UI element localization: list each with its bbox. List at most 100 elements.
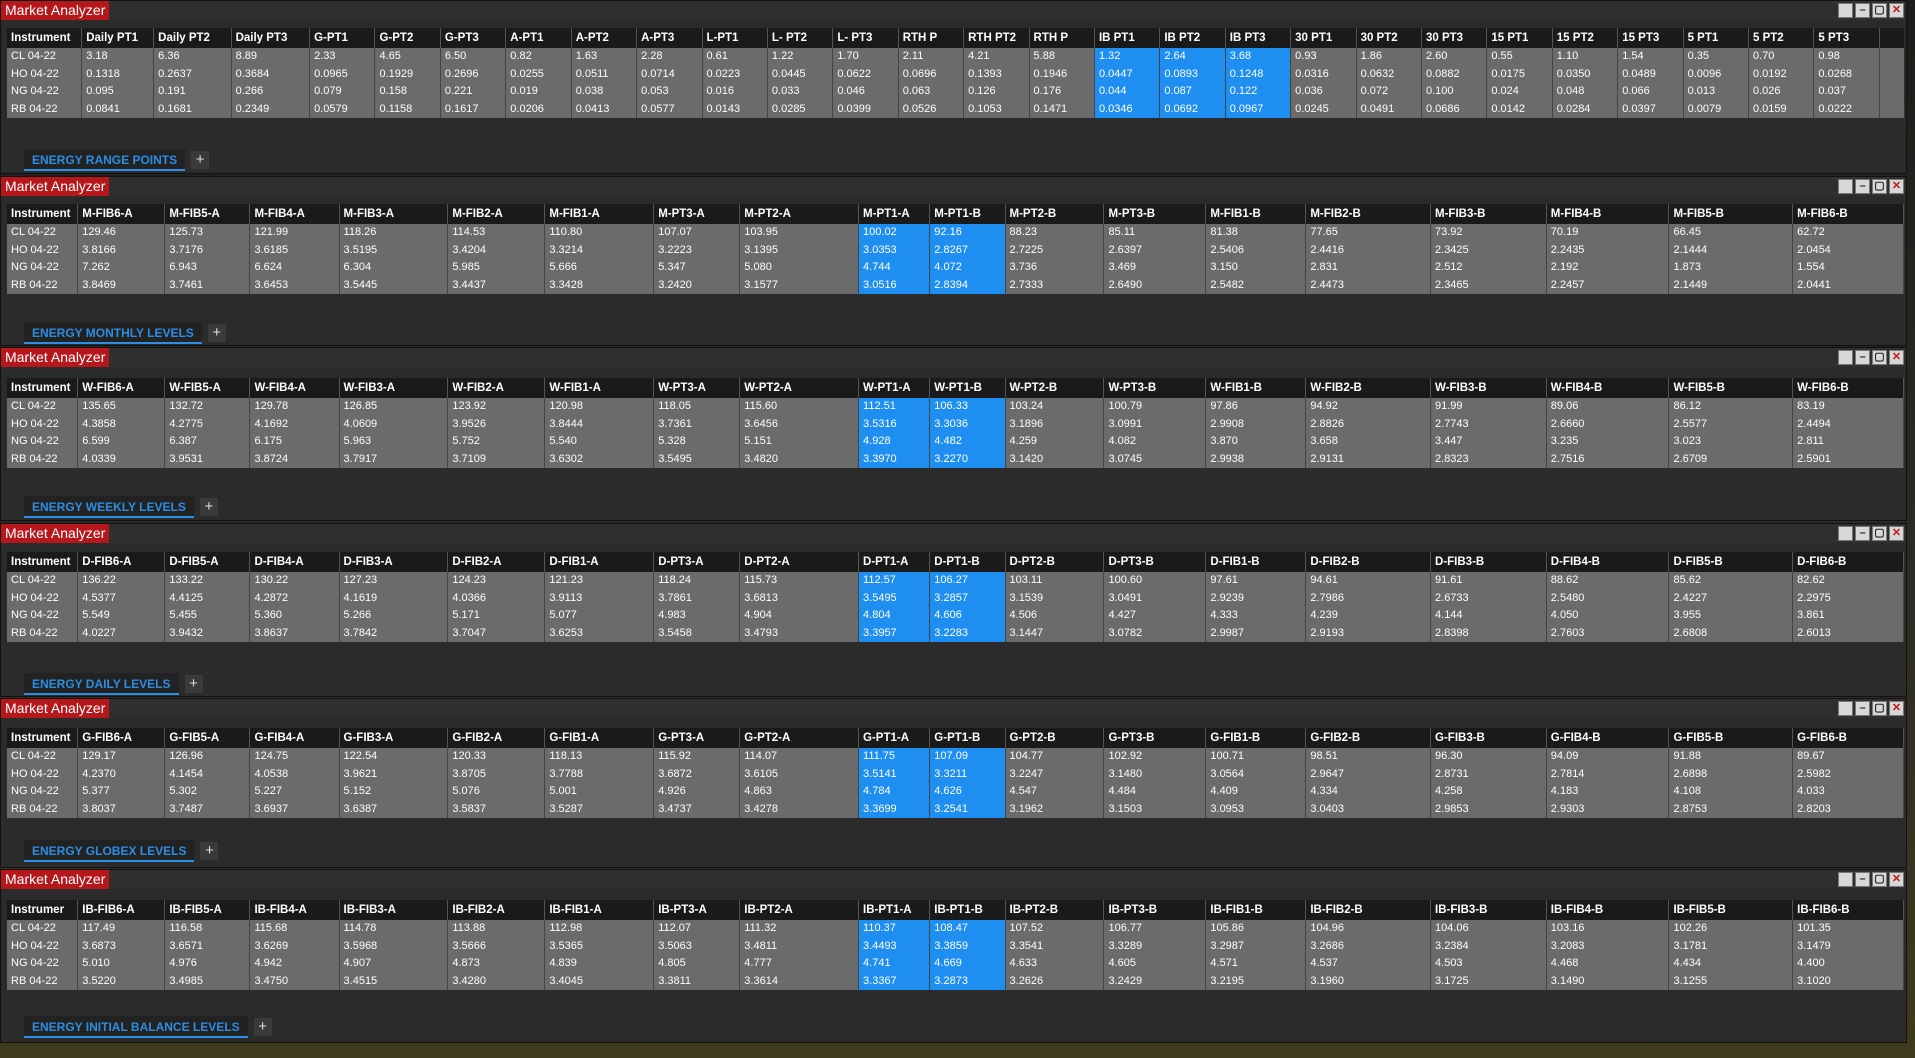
value-cell[interactable]: 3.3957 [859,624,931,642]
value-cell[interactable]: 3.1020 [1793,972,1904,990]
column-header[interactable]: 15 PT3 [1618,28,1684,48]
value-cell[interactable]: 0.0413 [572,100,638,118]
value-cell[interactable]: 4.873 [448,955,546,973]
value-cell[interactable]: 4.072 [930,259,1006,277]
value-cell[interactable]: 3.9526 [448,415,546,433]
value-cell[interactable]: 0.0285 [768,100,834,118]
value-cell[interactable]: 5.540 [545,433,655,451]
value-cell[interactable]: 3.2686 [1306,937,1432,955]
value-cell[interactable]: 0.1946 [1030,65,1095,83]
table-row[interactable]: CL 04-22 136.22 133.22 130.22 127.23 124.23 12… [7,572,1904,590]
value-cell[interactable]: 3.5445 [340,276,449,294]
column-header[interactable]: D-FIB3-B [1431,552,1547,572]
column-header[interactable]: W-FIB5-B [1669,378,1794,398]
window-titlebar[interactable]: Market Analyzer – ▢ ✕ [1,348,1906,367]
value-cell[interactable]: 0.1393 [964,65,1030,83]
table-row[interactable]: HO 04-22 4.2370 4.1454 4.0538 3.9621 3.8705 3.… [7,765,1904,783]
value-cell[interactable]: 0.063 [899,83,965,101]
value-cell[interactable]: 2.6733 [1431,589,1547,607]
column-header[interactable]: M-FIB2-B [1306,204,1432,224]
table-row[interactable]: RB 04-22 4.0227 3.9432 3.8637 3.7842 3.7047 3.… [7,624,1904,642]
value-cell[interactable]: 4.2370 [78,765,166,783]
value-cell[interactable]: 3.2270 [930,450,1006,468]
restore-icon[interactable] [1838,3,1853,18]
table-row[interactable]: RB 04-22 3.5220 3.4985 3.4750 3.4515 3.4280 3.… [7,972,1904,990]
value-cell[interactable]: 3.0564 [1206,765,1307,783]
value-cell[interactable]: 2.6660 [1547,415,1670,433]
value-cell[interactable]: 2.3465 [1431,276,1547,294]
column-header[interactable]: M-FIB3-B [1431,204,1547,224]
column-header[interactable]: G-FIB4-B [1547,728,1670,748]
instrument-cell[interactable]: CL 04-22 [7,920,79,938]
column-header[interactable]: IB-FIB4-B [1547,900,1670,920]
tab-active[interactable]: ENERGY DAILY LEVELS [24,673,179,695]
value-cell[interactable]: 4.741 [859,955,931,973]
column-header[interactable]: D-PT2-B [1006,552,1105,572]
column-header[interactable]: RTH PT2 [964,28,1030,48]
value-cell[interactable]: 129.17 [78,748,166,766]
value-cell[interactable]: 3.4045 [545,972,655,990]
instrument-cell[interactable]: CL 04-22 [7,398,79,416]
value-cell[interactable]: 2.8753 [1669,800,1794,818]
column-header[interactable]: M-PT2-A [740,204,860,224]
plus-icon[interactable]: + [253,1018,272,1036]
value-cell[interactable]: 88.23 [1006,224,1105,242]
value-cell[interactable]: 3.1577 [740,276,860,294]
value-cell[interactable]: 101.35 [1793,920,1904,938]
value-cell[interactable]: 2.9938 [1206,450,1307,468]
restore-icon[interactable] [1838,526,1853,541]
instrument-cell[interactable]: RB 04-22 [7,100,83,118]
value-cell[interactable]: 4.2872 [250,589,340,607]
instrument-cell[interactable]: RB 04-22 [7,800,79,818]
plus-icon[interactable]: + [207,324,226,342]
value-cell[interactable]: 2.9131 [1306,450,1432,468]
value-cell[interactable]: 3.68 [1225,48,1292,66]
value-cell[interactable]: 4.4125 [165,589,251,607]
value-cell[interactable]: 4.605 [1104,955,1207,973]
column-header[interactable]: G-PT1 [310,28,376,48]
column-header[interactable]: M-FIB6-B [1793,204,1904,224]
table-row[interactable]: NG 04-22 0.095 0.191 0.266 0.079 0.158 0.221 0.… [7,83,1904,101]
value-cell[interactable]: 0.0143 [703,100,768,118]
value-cell[interactable]: 132.72 [165,398,251,416]
value-cell[interactable]: 3.1490 [1547,972,1670,990]
column-header[interactable]: M-FIB5-B [1669,204,1794,224]
value-cell[interactable]: 3.4437 [448,276,546,294]
instrument-cell[interactable]: CL 04-22 [7,748,79,766]
value-cell[interactable]: 6.599 [78,433,166,451]
tab-active[interactable]: ENERGY INITIAL BALANCE LEVELS [24,1016,248,1038]
value-cell[interactable]: 102.92 [1104,748,1207,766]
value-cell[interactable]: 2.7516 [1547,450,1670,468]
column-header[interactable]: W-PT2-A [740,378,860,398]
column-header[interactable]: G-PT2-A [740,728,860,748]
value-cell[interactable]: 0.0965 [310,65,376,83]
table-row[interactable]: CL 04-22 129.46 125.73 121.99 118.26 114.53 11… [7,224,1904,242]
value-cell[interactable]: 115.60 [740,398,860,416]
value-cell[interactable]: 110.37 [859,920,931,938]
value-cell[interactable]: 0.158 [375,83,441,101]
value-cell[interactable]: 2.7225 [1006,241,1105,259]
column-header[interactable]: W-FIB1-A [545,378,655,398]
value-cell[interactable]: 3.0991 [1104,415,1207,433]
value-cell[interactable]: 1.63 [572,48,638,66]
value-cell[interactable]: 4.3858 [78,415,166,433]
value-cell[interactable]: 2.11 [899,48,965,66]
value-cell[interactable]: 0.072 [1357,83,1422,101]
column-header[interactable]: IB-FIB3-B [1431,900,1547,920]
value-cell[interactable]: 91.99 [1431,398,1547,416]
value-cell[interactable]: 0.016 [703,83,768,101]
value-cell[interactable]: 3.6937 [250,800,340,818]
table-row[interactable]: CL 04-22 3.18 6.36 8.89 2.33 4.65 6.50 0.82 1.63… [7,48,1904,66]
value-cell[interactable]: 3.6185 [250,241,340,259]
value-cell[interactable]: 2.4416 [1306,241,1432,259]
column-header[interactable]: IB PT3 [1226,28,1292,48]
column-header[interactable]: W-PT1-A [859,378,931,398]
value-cell[interactable]: 100.60 [1104,572,1207,590]
value-cell[interactable]: 0.1053 [964,100,1030,118]
value-cell[interactable]: 133.22 [165,572,251,590]
column-header[interactable]: W-FIB6-A [78,378,166,398]
value-cell[interactable]: 5.152 [340,783,449,801]
value-cell[interactable]: 5.377 [78,783,166,801]
value-cell[interactable]: 0.087 [1160,83,1226,101]
column-header[interactable]: G-FIB2-A [448,728,546,748]
